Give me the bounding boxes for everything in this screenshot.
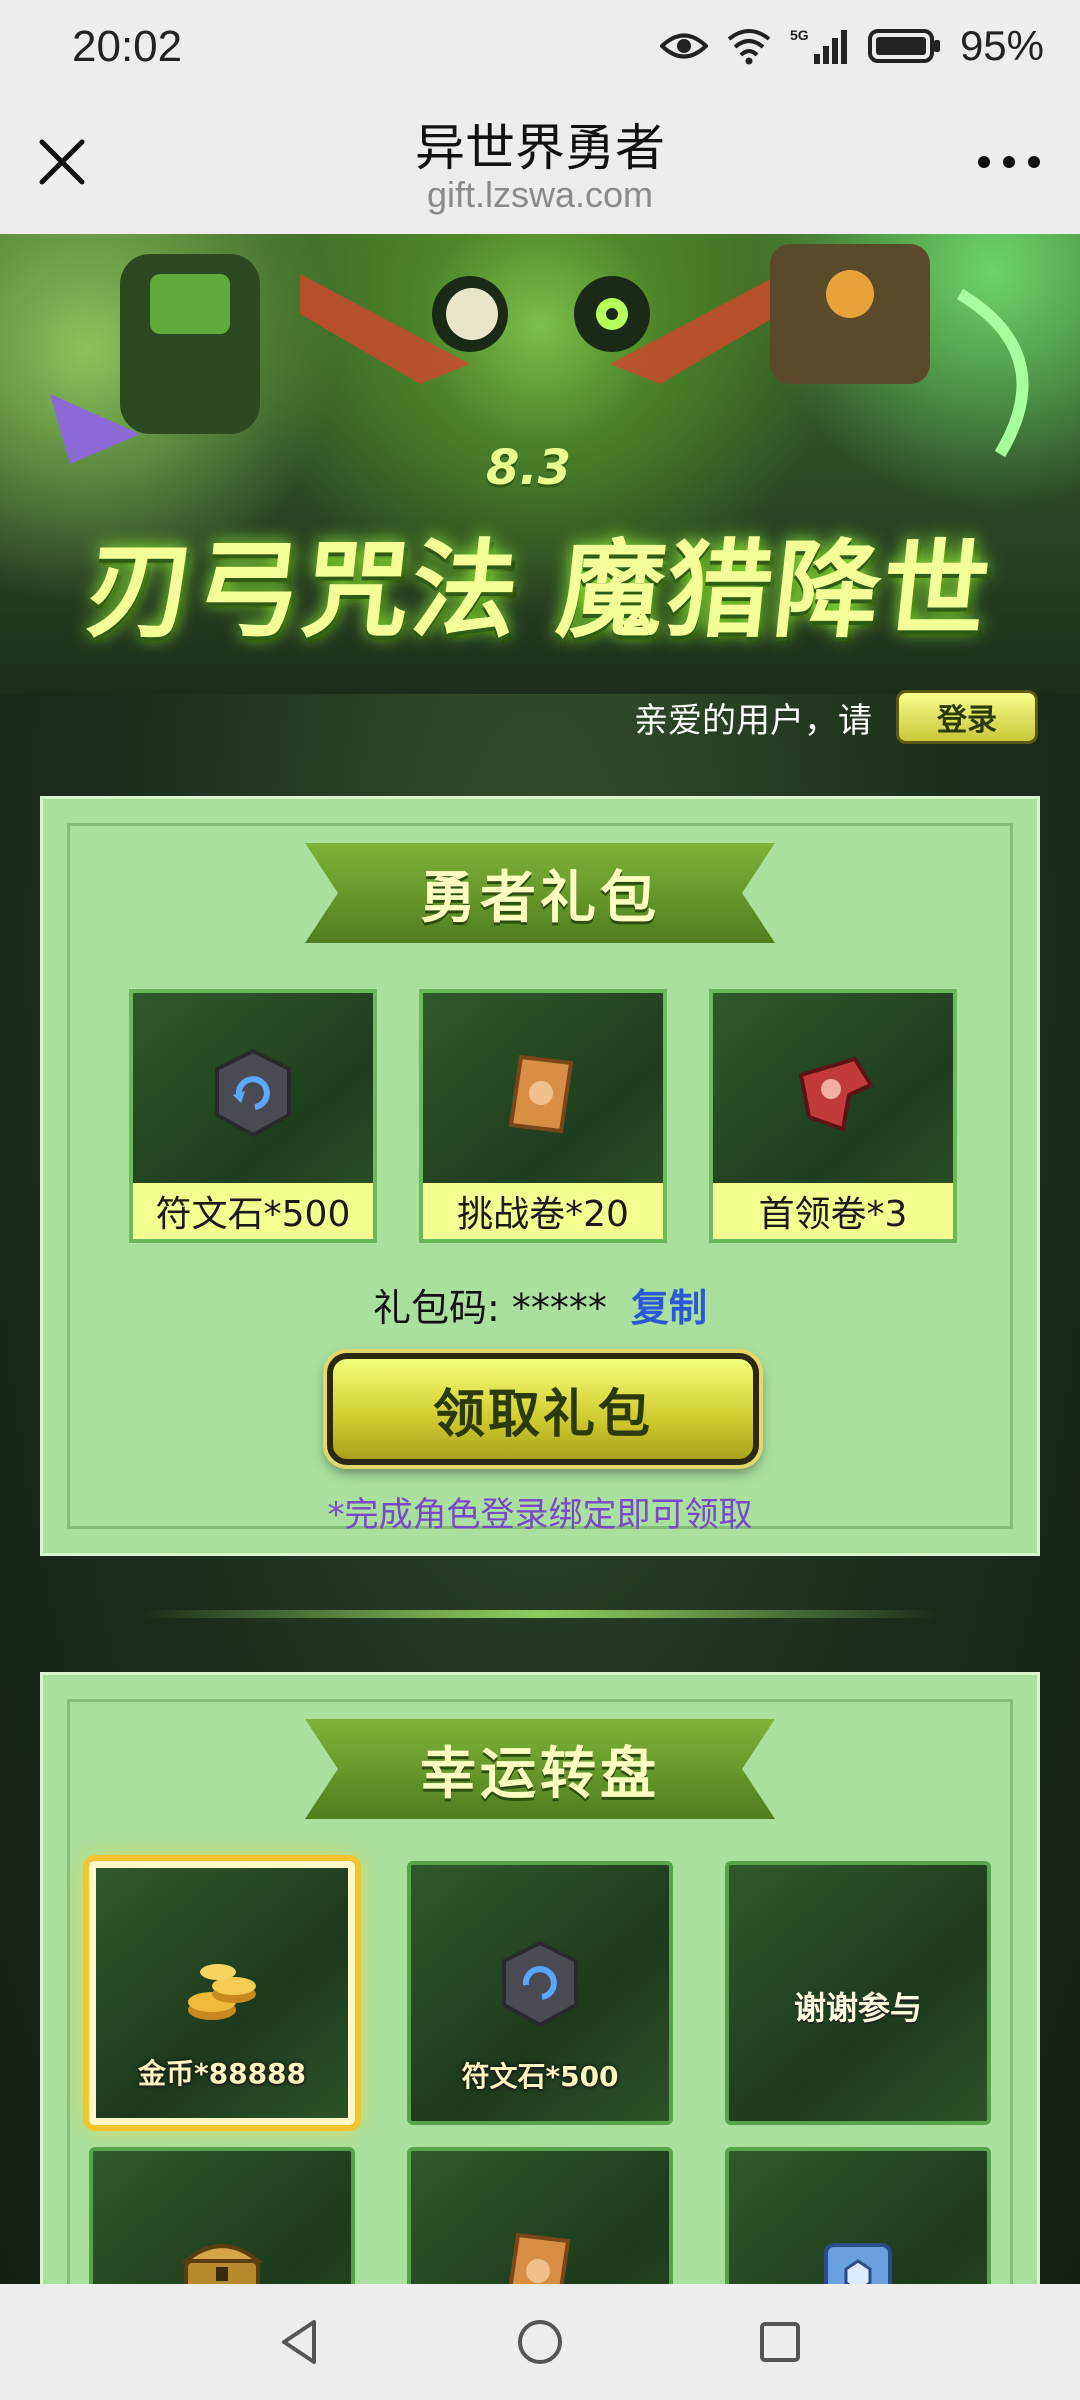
wifi-icon <box>727 29 771 65</box>
gift-item-label: 符文石*500 <box>133 1183 373 1239</box>
greeting-text: 亲爱的用户，请 <box>634 700 872 741</box>
gift-item: 挑战卷*20 <box>419 989 667 1243</box>
gold-coins-icon <box>188 1964 256 2020</box>
wheel-prize-gold[interactable]: 金币*88888 <box>89 1861 355 2125</box>
back-icon[interactable] <box>270 2312 330 2372</box>
gift-code-row: 礼包码: ***** 复制 <box>43 1277 1037 1332</box>
gift-item-label: 首领卷*3 <box>713 1183 953 1239</box>
login-button[interactable]: 登录 <box>896 690 1038 744</box>
rune-stone-icon <box>502 1940 578 2028</box>
lucky-wheel-panel: 幸运转盘 金币*88888 符文石*500 谢谢参与 <box>40 1672 1040 2284</box>
wheel-prize-label: 谢谢参与 <box>793 1989 922 2027</box>
gift-code: 礼包码: ***** <box>373 1286 607 1330</box>
wheel-prize-chest[interactable] <box>89 2147 355 2284</box>
status-bar: 20:02 5G 95% <box>0 0 1080 104</box>
wheel-prize-rune[interactable]: 符文石*500 <box>407 1861 673 2125</box>
hero-banner: 8.3 刃弓咒法 魔猎降世 <box>0 234 1080 694</box>
copy-button[interactable]: 复制 <box>631 1286 707 1330</box>
gift-pack-panel: 勇者礼包 符文石*500 挑战卷*20 首领卷*3 礼包码: ***** 复制 … <box>40 796 1040 1556</box>
recents-icon[interactable] <box>750 2312 810 2372</box>
wheel-prize-thanks[interactable]: 谢谢参与 <box>725 1861 991 2125</box>
claim-gift-label: 领取礼包 <box>432 1384 653 1445</box>
lucky-wheel-title: 幸运转盘 <box>420 1741 660 1807</box>
browser-title-bar: 异世界勇者 gift.lzswa.com <box>0 104 1080 234</box>
status-time: 20:02 <box>72 22 183 71</box>
user-greeting-row: 亲爱的用户，请 登录 <box>634 690 1038 744</box>
web-page[interactable]: 8.3 刃弓咒法 魔猎降世 亲爱的用户，请 登录 勇者礼包 符文石*500 挑战… <box>0 234 1080 2284</box>
battery-icon <box>867 29 940 63</box>
gift-item-label: 挑战卷*20 <box>423 1183 663 1239</box>
hero-version: 8.3 <box>486 440 572 496</box>
lucky-wheel-grid: 金币*88888 符文石*500 谢谢参与 <box>89 1861 991 2284</box>
wheel-prize-blue-chest[interactable] <box>725 2147 991 2284</box>
gift-item: 首领卷*3 <box>709 989 957 1243</box>
eye-icon <box>659 33 708 59</box>
challenge-scroll-icon <box>508 1054 574 1134</box>
section-divider <box>140 1610 940 1618</box>
gift-item: 符文石*500 <box>129 989 377 1243</box>
page-url: gift.lzswa.com <box>426 174 654 215</box>
wheel-prize-label: 符文石*500 <box>461 2060 619 2093</box>
more-icon[interactable] <box>974 152 1044 172</box>
home-icon[interactable] <box>510 2312 570 2372</box>
blue-chest-icon <box>824 2243 892 2284</box>
boss-scroll-icon <box>798 1056 874 1132</box>
status-icons: 5G 95% <box>659 22 1044 70</box>
lucky-wheel-title-ribbon: 幸运转盘 <box>305 1719 775 1819</box>
gift-items: 符文石*500 挑战卷*20 首领卷*3 <box>129 989 957 1243</box>
rune-stone-icon <box>215 1048 291 1138</box>
system-nav-bar <box>0 2284 1080 2400</box>
claim-gift-button[interactable]: 领取礼包 <box>327 1353 759 1465</box>
claim-note: *完成角色登录绑定即可领取 <box>327 1495 753 1535</box>
gift-pack-title-ribbon: 勇者礼包 <box>305 843 775 943</box>
battery-percent: 95% <box>959 22 1044 69</box>
page-title: 异世界勇者 <box>415 119 665 177</box>
network-label: 5G <box>790 27 809 43</box>
wheel-prize-scroll[interactable] <box>407 2147 673 2284</box>
wheel-prize-label: 金币*88888 <box>137 2057 307 2090</box>
hero-title: 刃弓咒法 魔猎降世 <box>81 529 997 652</box>
gift-pack-title: 勇者礼包 <box>420 865 660 931</box>
challenge-scroll-icon <box>508 2232 571 2284</box>
signal-icon: 5G <box>790 27 847 64</box>
treasure-chest-icon <box>180 2244 264 2284</box>
